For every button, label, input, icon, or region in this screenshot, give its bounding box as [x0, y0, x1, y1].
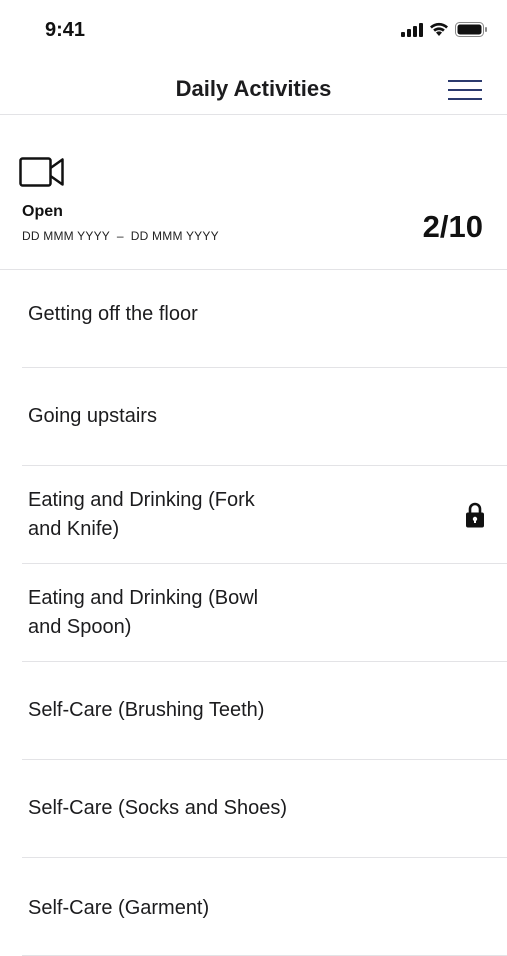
activity-list: Getting off the floor Going upstairs Eat… [0, 270, 507, 956]
activity-summary: Open DD MMM YYYY – DD MMM YYYY 2/10 [0, 115, 507, 270]
list-item-label: Going upstairs [28, 405, 157, 427]
cellular-signal-icon [401, 22, 423, 37]
page-title: Daily Activities [175, 76, 332, 101]
list-item[interactable]: Going upstairs [22, 368, 507, 466]
list-item-label: Eating and Drinking (Bowl and Spoon) [28, 586, 259, 638]
battery-icon [455, 22, 487, 37]
list-item[interactable]: Getting off the floor [22, 270, 507, 368]
progress-count: 2/10 [422, 209, 483, 244]
list-item-label: Self-Care (Garment) [28, 897, 210, 919]
list-item[interactable]: Self-Care (Garment) [22, 858, 507, 956]
lock-icon [466, 502, 484, 528]
list-item[interactable]: Self-Care (Socks and Shoes) [22, 760, 507, 858]
hamburger-menu-icon[interactable] [448, 78, 484, 102]
nav-bar: Daily Activities [0, 62, 507, 115]
wifi-icon [430, 22, 448, 36]
list-item-label: Self-Care (Brushing Teeth) [28, 699, 265, 721]
list-item[interactable]: Self-Care (Brushing Teeth) [22, 662, 507, 760]
list-item[interactable]: Eating and Drinking (Bowl and Spoon) [22, 564, 507, 662]
list-item-label: Getting off the floor [28, 303, 198, 325]
status-label: Open [22, 203, 63, 220]
status-bar: 9:41 [0, 0, 507, 62]
status-icons [401, 22, 488, 37]
list-item-label: Self-Care (Socks and Shoes) [28, 797, 288, 819]
status-time: 9:41 [45, 19, 86, 41]
list-item-label: Eating and Drinking (Fork and Knife) [28, 488, 255, 540]
list-item[interactable]: Eating and Drinking (Fork and Knife) [22, 466, 507, 564]
video-camera-icon [19, 157, 64, 187]
date-range: DD MMM YYYY – DD MMM YYYY [22, 229, 219, 243]
